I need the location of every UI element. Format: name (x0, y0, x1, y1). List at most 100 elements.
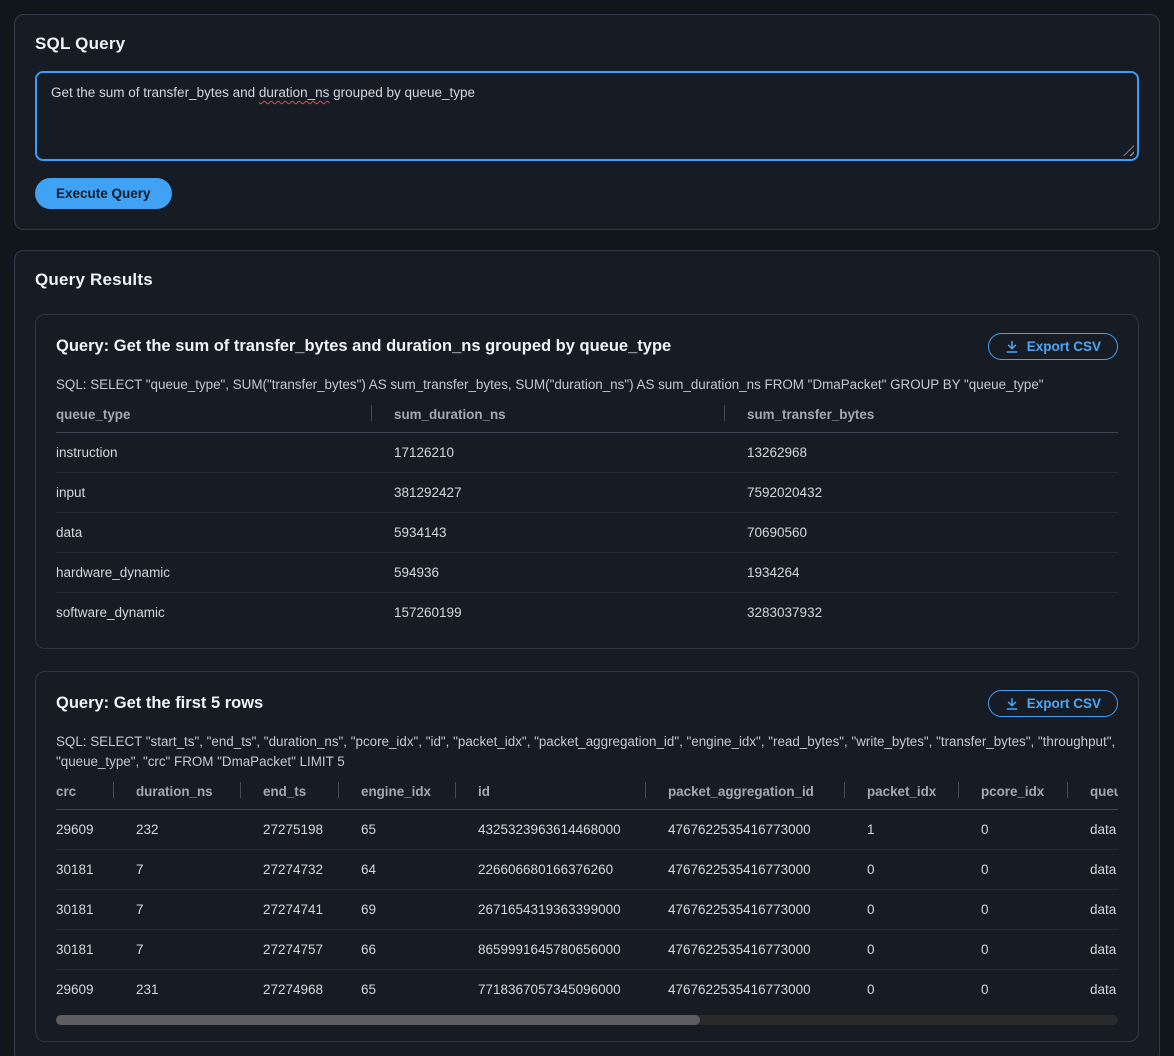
table-cell: 1 (845, 810, 959, 850)
table-cell: 8659991645780656000 (456, 930, 646, 970)
table-cell: data (56, 513, 372, 553)
table-cell: 13262968 (725, 433, 1118, 473)
column-header: packet_aggregation_id (646, 781, 845, 810)
column-header: sum_transfer_bytes (725, 404, 1118, 433)
table-cell: 5934143 (372, 513, 725, 553)
sql-query-input[interactable]: Get the sum of transfer_bytes and durati… (35, 71, 1139, 161)
table-cell: 4325323963614468000 (456, 810, 646, 850)
table-cell: 0 (959, 970, 1068, 1010)
table-row: input3812924277592020432 (56, 473, 1118, 513)
table-cell: 4767622535416773000 (646, 930, 845, 970)
table-cell: 30181 (56, 930, 114, 970)
table-cell: 0 (959, 850, 1068, 890)
table-cell: 0 (845, 930, 959, 970)
table-cell: data (1068, 890, 1118, 930)
table-cell: 64 (339, 850, 456, 890)
table-cell: 4767622535416773000 (646, 810, 845, 850)
table-cell: data (1068, 810, 1118, 850)
column-header: pcore_idx (959, 781, 1068, 810)
table-cell: 0 (959, 890, 1068, 930)
table-cell: 594936 (372, 553, 725, 593)
column-header: id (456, 781, 646, 810)
table-cell: instruction (56, 433, 372, 473)
table-row: hardware_dynamic5949361934264 (56, 553, 1118, 593)
table-cell: 157260199 (372, 593, 725, 633)
table-cell: 65 (339, 810, 456, 850)
column-header: queue_type (1068, 781, 1118, 810)
table-cell: data (1068, 930, 1118, 970)
table-cell: 27274732 (241, 850, 339, 890)
table-cell: 30181 (56, 850, 114, 890)
sql-query-title: SQL Query (35, 34, 1139, 54)
table-cell: 1934264 (725, 553, 1118, 593)
column-header: duration_ns (114, 781, 241, 810)
query-results-title: Query Results (35, 270, 1139, 290)
sql-query-section: SQL Query Get the sum of transfer_bytes … (14, 14, 1160, 230)
table-cell: 7592020432 (725, 473, 1118, 513)
table-cell: software_dynamic (56, 593, 372, 633)
table-cell: 3283037932 (725, 593, 1118, 633)
results-table: queue_typesum_duration_nssum_transfer_by… (56, 404, 1118, 632)
table-cell: 29609 (56, 810, 114, 850)
column-header: end_ts (241, 781, 339, 810)
column-header: queue_type (56, 404, 372, 433)
table-row: 2960923127274968657718367057345096000476… (56, 970, 1118, 1010)
table-row: software_dynamic1572601993283037932 (56, 593, 1118, 633)
table-cell: 29609 (56, 970, 114, 1010)
table-row: 3018172727473264226606680166376260476762… (56, 850, 1118, 890)
table-row: 3018172727474169267165431936339900047676… (56, 890, 1118, 930)
table-cell: 232 (114, 810, 241, 850)
result-card-first-rows: Query: Get the first 5 rows Export CSV S… (35, 671, 1139, 1042)
download-icon (1005, 697, 1019, 711)
export-csv-label: Export CSV (1027, 339, 1101, 354)
table-header-row: crcduration_nsend_tsengine_idxidpacket_a… (56, 781, 1118, 810)
table-cell: 7 (114, 850, 241, 890)
table-cell: data (1068, 850, 1118, 890)
column-header: sum_duration_ns (372, 404, 725, 433)
table-cell: hardware_dynamic (56, 553, 372, 593)
table-cell: 7 (114, 930, 241, 970)
table-row: 2960923227275198654325323963614468000476… (56, 810, 1118, 850)
column-header: engine_idx (339, 781, 456, 810)
sql-statement: SQL: SELECT "start_ts", "end_ts", "durat… (56, 732, 1118, 772)
table-cell: 0 (845, 970, 959, 1010)
table-row: 3018172727475766865999164578065600047676… (56, 930, 1118, 970)
table-cell: data (1068, 970, 1118, 1010)
table-cell: 4767622535416773000 (646, 850, 845, 890)
table-cell: 0 (959, 930, 1068, 970)
export-csv-button[interactable]: Export CSV (988, 333, 1118, 360)
execute-query-button[interactable]: Execute Query (35, 178, 172, 209)
horizontal-scrollbar-thumb[interactable] (56, 1015, 700, 1025)
horizontal-scrollbar-track[interactable] (56, 1015, 1118, 1025)
export-csv-button[interactable]: Export CSV (988, 690, 1118, 717)
table-cell: 0 (845, 850, 959, 890)
table-cell: 17126210 (372, 433, 725, 473)
sql-statement: SQL: SELECT "queue_type", SUM("transfer_… (56, 375, 1118, 395)
table-cell: 27275198 (241, 810, 339, 850)
result-card-title: Query: Get the first 5 rows (56, 694, 263, 713)
column-header: packet_idx (845, 781, 959, 810)
table-row: instruction1712621013262968 (56, 433, 1118, 473)
table-cell: 2671654319363399000 (456, 890, 646, 930)
table-cell: 231 (114, 970, 241, 1010)
query-results-section: Query Results Query: Get the sum of tran… (14, 250, 1160, 1056)
export-csv-label: Export CSV (1027, 696, 1101, 711)
table-cell: 27274968 (241, 970, 339, 1010)
table-row: data593414370690560 (56, 513, 1118, 553)
table-cell: 381292427 (372, 473, 725, 513)
textarea-resize-handle[interactable] (1123, 145, 1134, 156)
table-cell: 69 (339, 890, 456, 930)
table-cell: 7718367057345096000 (456, 970, 646, 1010)
results-table-container: crcduration_nsend_tsengine_idxidpacket_a… (56, 781, 1118, 1009)
results-table-container: queue_typesum_duration_nssum_transfer_by… (56, 404, 1118, 632)
download-icon (1005, 340, 1019, 354)
query-text-misspelled: duration_ns (259, 85, 330, 100)
table-cell: 4767622535416773000 (646, 970, 845, 1010)
query-text-after: grouped by queue_type (329, 85, 475, 100)
table-cell: 27274757 (241, 930, 339, 970)
table-cell: 4767622535416773000 (646, 890, 845, 930)
table-header-row: queue_typesum_duration_nssum_transfer_by… (56, 404, 1118, 433)
table-cell: input (56, 473, 372, 513)
table-cell: 30181 (56, 890, 114, 930)
table-cell: 66 (339, 930, 456, 970)
